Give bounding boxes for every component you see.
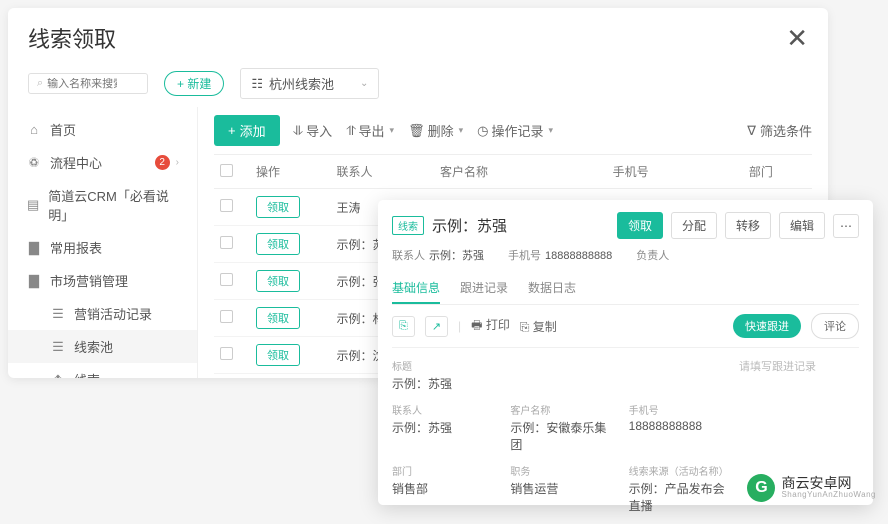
folder-icon: ▇ xyxy=(26,240,42,256)
field-job: 销售运营 xyxy=(510,480,608,497)
claim-row-button[interactable]: 领取 xyxy=(256,344,300,366)
edit-button[interactable]: 编辑 xyxy=(779,212,825,239)
trash-icon: 🗑 xyxy=(408,123,425,139)
plus-icon: + xyxy=(228,123,236,138)
quick-follow-button[interactable]: 快速跟进 xyxy=(733,314,801,338)
new-button[interactable]: + 新建 xyxy=(164,71,224,96)
field-contact: 示例：苏强 xyxy=(392,419,490,436)
sidebar: ⌂首页 ♽流程中心2› ▤简道云CRM「必看说明」 ▇常用报表 ▇市场营销管理 … xyxy=(8,107,198,378)
tab-log[interactable]: 数据日志 xyxy=(528,273,576,304)
checkbox-all[interactable] xyxy=(220,164,233,177)
history-button[interactable]: ◷操作记录▾ xyxy=(477,121,553,140)
detail-title: 示例：苏强 xyxy=(432,215,609,236)
caret-icon: ▾ xyxy=(390,125,395,136)
export-button[interactable]: ⥣导出▾ xyxy=(346,121,394,140)
share-icon[interactable]: ↗ xyxy=(425,316,448,337)
sidebar-item-marketing[interactable]: ▇市场营销管理 xyxy=(8,264,197,297)
filter-button[interactable]: ∇筛选条件 xyxy=(747,121,812,140)
checkbox[interactable] xyxy=(220,273,233,286)
sidebar-item-flow[interactable]: ♽流程中心2› xyxy=(8,146,197,179)
col-op: 操作 xyxy=(250,155,331,189)
claim-row-button[interactable]: 领取 xyxy=(256,196,300,218)
checkbox[interactable] xyxy=(220,347,233,360)
claim-row-button[interactable]: 领取 xyxy=(256,233,300,255)
field-source: 示例：产品发布会直播 xyxy=(629,480,727,514)
doc-icon: ▤ xyxy=(26,197,40,213)
filter-icon: ∇ xyxy=(747,123,756,139)
col-contact: 联系人 xyxy=(330,155,434,189)
flow-icon: ♽ xyxy=(26,155,42,171)
badge: 2 xyxy=(155,155,170,170)
page-title: 线索领取 xyxy=(28,22,116,54)
sidebar-child-lead[interactable]: ❖线索 xyxy=(8,363,197,378)
folder-open-icon: ▇ xyxy=(26,273,42,289)
brand-logo: G 商云安卓网ShangYunAnZhuoWang xyxy=(747,474,876,502)
home-icon: ⌂ xyxy=(26,122,42,138)
clock-icon: ◷ xyxy=(477,123,488,139)
col-customer: 客户名称 xyxy=(434,155,607,189)
search-input[interactable]: ⌕ xyxy=(28,73,148,94)
field-phone: 18888888888 xyxy=(629,419,727,433)
close-icon[interactable]: ✕ xyxy=(786,23,808,54)
chevron-down-icon: ⌄ xyxy=(360,78,368,89)
download-icon: ⥥ xyxy=(294,123,303,139)
calendar-icon: ☷ xyxy=(251,76,263,92)
add-button[interactable]: +添加 xyxy=(214,115,280,146)
copy-button[interactable]: ⎘ 复制 xyxy=(520,318,557,335)
lead-icon: ❖ xyxy=(50,372,66,379)
col-dept: 部门 xyxy=(743,155,812,189)
sheet-icon: ☰ xyxy=(50,339,66,355)
sidebar-item-home[interactable]: ⌂首页 xyxy=(8,113,197,146)
pool-selector[interactable]: ☷ 杭州线索池 ⌄ xyxy=(240,68,379,99)
tab-basic[interactable]: 基础信息 xyxy=(392,273,440,304)
chevron-right-icon: › xyxy=(176,157,179,168)
logo-icon: G xyxy=(747,474,775,502)
tab-followup[interactable]: 跟进记录 xyxy=(460,273,508,304)
sheet-icon: ☰ xyxy=(50,306,66,322)
print-button[interactable]: 🖶 打印 xyxy=(471,316,510,337)
col-phone: 手机号 xyxy=(607,155,743,189)
search-field[interactable] xyxy=(47,78,117,90)
claim-row-button[interactable]: 领取 xyxy=(256,307,300,329)
checkbox[interactable] xyxy=(220,199,233,212)
detail-panel: 线索 示例：苏强 领取 分配 转移 编辑 ⋯ 联系人示例：苏强 手机号18888… xyxy=(378,200,873,505)
checkbox[interactable] xyxy=(220,310,233,323)
claim-button[interactable]: 领取 xyxy=(617,212,663,239)
sidebar-item-reports[interactable]: ▇常用报表 xyxy=(8,231,197,264)
field-dept: 销售部 xyxy=(392,480,490,497)
sidebar-child-campaign[interactable]: ☰营销活动记录 xyxy=(8,297,197,330)
link-icon[interactable]: ⎘ xyxy=(392,316,415,337)
transfer-button[interactable]: 转移 xyxy=(725,212,771,239)
field-customer: 示例：安徽泰乐集团 xyxy=(510,419,608,453)
checkbox[interactable] xyxy=(220,236,233,249)
import-button[interactable]: ⥥导入 xyxy=(294,121,332,140)
claim-row-button[interactable]: 领取 xyxy=(256,270,300,292)
field-title: 示例：苏强 xyxy=(392,375,727,392)
upload-icon: ⥣ xyxy=(346,123,355,139)
lead-tag: 线索 xyxy=(392,216,424,235)
caret-icon: ▾ xyxy=(549,125,554,136)
delete-button[interactable]: 🗑删除▾ xyxy=(408,121,463,140)
search-icon: ⌕ xyxy=(37,77,43,90)
sidebar-child-leadpool[interactable]: ☰线索池 xyxy=(8,330,197,363)
more-button[interactable]: ⋯ xyxy=(833,214,859,238)
sidebar-item-crm[interactable]: ▤简道云CRM「必看说明」 xyxy=(8,179,197,231)
comment-button[interactable]: 评论 xyxy=(811,313,859,339)
caret-icon: ▾ xyxy=(459,125,464,136)
assign-button[interactable]: 分配 xyxy=(671,212,717,239)
